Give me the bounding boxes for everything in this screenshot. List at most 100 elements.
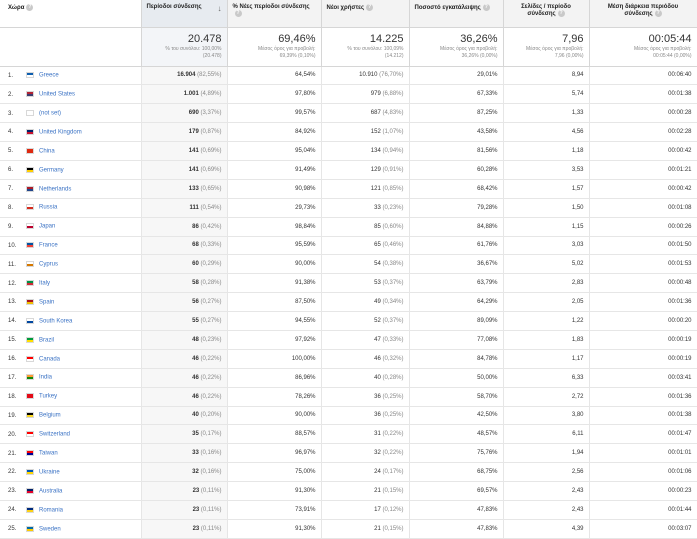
flag-icon [26, 166, 34, 173]
country-link[interactable]: Italy [39, 281, 50, 287]
column-header-duration[interactable]: Μέση διάρκεια περιόδου σύνδεσης? [589, 0, 697, 28]
row-index: 17. [8, 374, 17, 381]
sessions-cell: 111 (0,54%) [141, 198, 228, 218]
total-subtext: % του συνόλου: 100,00% [165, 45, 222, 52]
sessions-value: 32 [192, 469, 199, 476]
help-icon[interactable]: ? [366, 4, 374, 11]
new-users-cell: 979 (6,88%) [321, 84, 410, 105]
sessions-percent: (0,69%) [200, 148, 222, 154]
country-link[interactable]: Canada [39, 356, 60, 362]
new-users-percent: (0,37%) [382, 280, 404, 287]
country-link[interactable]: Brazil [39, 337, 54, 343]
flag-icon [26, 128, 34, 135]
analytics-table: Χώρα? Περίοδοι σύνδεσης ↓ % Νέες περίοδοι… [0, 0, 697, 539]
country-link[interactable]: China [39, 148, 55, 154]
country-link[interactable]: South Korea [39, 318, 72, 324]
country-link[interactable]: Belgium [39, 413, 61, 419]
row-index: 9. [8, 223, 14, 230]
bounce-cell: 58,70% [409, 387, 504, 407]
sessions-value: 141 [188, 148, 199, 154]
country-link[interactable]: Romania [39, 507, 63, 513]
pages-cell: 2,56 [503, 462, 590, 483]
sessions-percent: (82,55%) [197, 72, 222, 79]
country-link[interactable]: (not set) [39, 111, 61, 117]
country-link[interactable]: Japan [39, 224, 55, 230]
table-row: 19. Belgium 40 (0,20%) 90,00% 36 (0,25%) 42,5… [0, 406, 697, 426]
new-users-cell: 33 (0,23%) [321, 198, 410, 218]
sessions-percent: (0,11%) [200, 488, 222, 495]
column-header-new-users[interactable]: Νέοι χρήστες? [321, 0, 410, 28]
new-users-cell: 36 (0,25%) [321, 387, 410, 407]
total-subtext: Μέσος όρος για προβολή: [258, 45, 316, 52]
new-users-cell: 21 (0,15%) [321, 481, 410, 501]
country-cell: 19. Belgium [0, 406, 142, 426]
country-cell: 13. Spain [0, 292, 142, 313]
country-link[interactable]: Greece [39, 73, 59, 79]
sort-desc-icon[interactable]: ↓ [218, 4, 222, 13]
flag-icon [26, 298, 34, 305]
column-header-pct-new[interactable]: % Νέες περίοδοι σύνδεσης? [227, 0, 322, 28]
country-cell: 11. Cyprus [0, 254, 142, 275]
column-header-sessions[interactable]: Περίοδοι σύνδεσης ↓ [141, 0, 228, 28]
new-users-percent: (0,46%) [382, 242, 404, 249]
column-header-bounce[interactable]: Ποσοστό εγκατάλειψης? [409, 0, 504, 28]
new-users-cell: 46 (0,32%) [321, 349, 410, 369]
column-header-pages[interactable]: Σελίδες / περίοδο σύνδεσης? [503, 0, 590, 28]
sessions-value: 133 [188, 185, 199, 192]
header-row: Χώρα? Περίοδοι σύνδεσης ↓ % Νέες περίοδοι… [0, 0, 697, 28]
country-link[interactable]: United States [39, 92, 75, 98]
country-link[interactable]: United Kingdom [39, 129, 82, 135]
country-link[interactable]: Sweden [39, 526, 61, 532]
pct-new-cell: 98,84% [227, 217, 322, 237]
country-cell: 4. United Kingdom [0, 122, 142, 143]
pages-cell: 2,43 [503, 500, 590, 520]
table-row: 18. Turkey 46 (0,22%) 78,26% 36 (0,25%) 58,70… [0, 387, 697, 407]
sessions-value: 16.904 [177, 72, 196, 79]
help-icon[interactable]: ? [26, 4, 34, 11]
country-link[interactable]: Ukraine [39, 469, 60, 475]
table-row: 24. Romania 23 (0,11%) 73,91% 17 (0,12%) 47,8… [0, 500, 697, 520]
sessions-percent: (0,54%) [200, 204, 222, 211]
help-icon[interactable]: ? [654, 10, 662, 17]
country-link[interactable]: Russia [39, 205, 57, 211]
column-header-country[interactable]: Χώρα? [0, 0, 142, 28]
bounce-cell: 48,57% [409, 424, 504, 445]
total-value: 20.478 [187, 32, 222, 45]
country-cell: 7. Netherlands [0, 179, 142, 199]
help-icon[interactable]: ? [482, 4, 490, 11]
new-users-value: 152 [370, 129, 381, 136]
sessions-value: 48 [192, 336, 199, 343]
bounce-cell: 50,00% [409, 368, 504, 388]
country-link[interactable]: Netherlands [39, 186, 71, 192]
sessions-cell: 33 (0,16%) [141, 443, 228, 464]
help-icon[interactable]: ? [234, 10, 242, 17]
sessions-value: 23 [192, 525, 200, 532]
country-link[interactable]: Taiwan [39, 451, 58, 457]
new-users-percent: (0,33%) [382, 336, 404, 343]
row-index: 21. [8, 450, 17, 457]
new-users-percent: (0,22%) [382, 431, 404, 438]
pct-new-header-label: % Νέες περίοδοι σύνδεσης [232, 4, 310, 10]
sessions-cell: 35 (0,17%) [141, 424, 228, 445]
row-index: 23. [8, 488, 17, 495]
new-users-value: 134 [370, 148, 381, 154]
country-cell: 20. Switzerland [0, 424, 142, 445]
sessions-value: 111 [189, 204, 199, 211]
country-link[interactable]: Germany [39, 167, 64, 173]
country-link[interactable]: Cyprus [39, 262, 58, 268]
bounce-cell: 87,25% [409, 103, 504, 124]
new-users-cell: 65 (0,46%) [321, 236, 410, 256]
country-link[interactable]: Switzerland [39, 432, 70, 438]
help-icon[interactable]: ? [557, 10, 565, 17]
country-link[interactable]: Australia [39, 488, 62, 494]
duration-cell: 00:01:38 [589, 406, 697, 426]
total-subtext: 7,96 (0,00%) [554, 52, 584, 59]
country-cell: 5. China [0, 141, 142, 161]
country-link[interactable]: Spain [39, 299, 54, 305]
sessions-cell: 68 (0,33%) [141, 236, 228, 256]
country-link[interactable]: France [39, 243, 58, 249]
sessions-cell: 46 (0,22%) [141, 349, 228, 369]
row-index: 6. [8, 167, 14, 174]
country-link[interactable]: Turkey [39, 394, 57, 400]
country-link[interactable]: India [39, 375, 52, 381]
